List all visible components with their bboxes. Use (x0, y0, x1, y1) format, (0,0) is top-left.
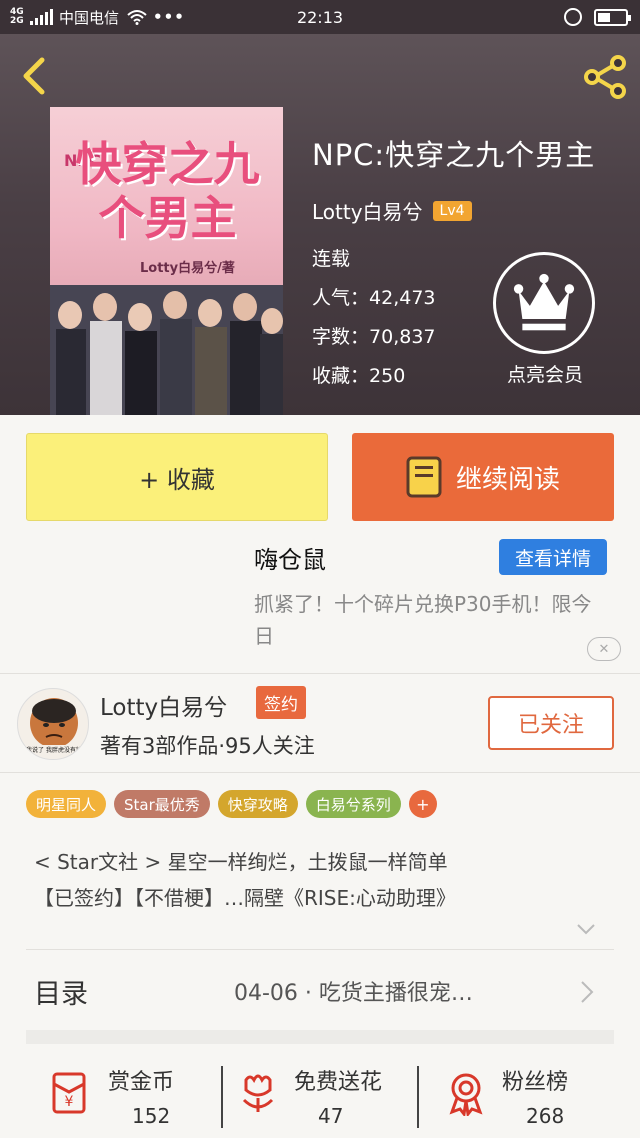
status-bar: 4G 2G 中国电信 ••• 22:13 (0, 0, 640, 34)
continue-reading-label: 继续阅读 (455, 464, 560, 495)
catalog-label[interactable]: 目录 (34, 972, 88, 1011)
author-avatar[interactable]: 我说了 我胖虎没有钱 (17, 688, 89, 760)
divider (26, 949, 614, 950)
book-meta: 连载 人气：42,473 字数：70,837 收藏：250 (312, 240, 436, 396)
author-stats: 著有3部作品·95人关注 (100, 734, 315, 758)
signed-badge: 签约 (256, 686, 306, 719)
back-arrow-icon[interactable] (16, 56, 56, 96)
chevron-down-icon[interactable] (576, 922, 596, 936)
word-count-row: 字数：70,837 (312, 318, 436, 357)
latest-chapter[interactable]: 04-06 · 吃货主播很宠… (234, 975, 473, 1007)
cover-title: 快穿之九个男主 (75, 137, 260, 245)
red-envelope-icon: ¥ (52, 1072, 86, 1114)
cover-author: Lotty白易兮/著 (140, 261, 235, 276)
book-author[interactable]: Lotty白易兮 (312, 196, 423, 225)
author-line: Lotty白易兮 Lv4 (312, 196, 472, 225)
book-intro[interactable]: < Star文社 > 星空一样绚烂，土拨鼠一样简单 【已签约】【不借梗】…隔壁《… (34, 844, 624, 916)
send-flowers-label: 免费送花 (294, 1070, 383, 1095)
svg-text:¥: ¥ (65, 1094, 74, 1110)
follow-button[interactable]: 已关注 (488, 696, 614, 750)
alarm-icon (564, 8, 582, 26)
book-icon (406, 456, 442, 498)
medal-icon (449, 1073, 483, 1116)
popularity-row: 人气：42,473 (312, 279, 436, 318)
author-level-badge: Lv4 (432, 200, 472, 221)
book-title: NPC:快穿之九个男主 (312, 138, 596, 172)
flower-icon (242, 1074, 274, 1112)
avatar-caption: 我说了 我胖虎没有钱 (26, 747, 82, 754)
divider (0, 673, 640, 674)
battery-icon (594, 9, 631, 26)
crown-icon[interactable] (493, 252, 595, 354)
section-separator (26, 1030, 614, 1044)
favorites-value: 250 (369, 365, 406, 387)
tag-list: 明星同人 Star最优秀 快穿攻略 白易兮系列 + (26, 790, 437, 818)
vip-label[interactable]: 点亮会员 (470, 360, 620, 387)
divider (221, 1066, 223, 1128)
popularity-value: 42,473 (369, 287, 436, 309)
reward-coins[interactable]: ¥ 赏金币 152 (50, 1060, 220, 1138)
intro-line: 【已签约】【不借梗】…隔壁《RISE:心动助理》 (34, 886, 456, 910)
send-flowers[interactable]: 免费送花 47 (236, 1060, 416, 1138)
intro-line: < Star文社 > 星空一样绚烂，土拨鼠一样简单 (34, 850, 448, 874)
reward-coins-value: 152 (132, 1104, 171, 1128)
favorites-label: 收藏： (312, 365, 370, 387)
clock: 22:13 (296, 7, 344, 27)
serial-status: 连载 (312, 248, 351, 270)
fan-ranking-value: 268 (526, 1104, 565, 1128)
add-tag-button[interactable]: + (408, 790, 437, 818)
book-cover[interactable]: NPC: 快穿之九个男主 Lotty白易兮/著 (50, 107, 283, 415)
ad-details-button[interactable]: 查看详情 (499, 539, 607, 575)
tag[interactable]: 明星同人 (26, 790, 107, 818)
tag[interactable]: 白易兮系列 (305, 790, 401, 818)
reward-coins-label: 赏金币 (108, 1070, 175, 1095)
word-count-label: 字数： (312, 326, 370, 348)
book-header: NPC: 快穿之九个男主 Lotty白易兮/著 NPC:快穿之九个男主 Lott… (0, 34, 640, 415)
share-icon[interactable] (580, 52, 630, 102)
chevron-right-icon[interactable] (580, 980, 594, 1004)
cover-photo-people (50, 285, 283, 415)
popularity-label: 人气： (312, 287, 370, 309)
send-flowers-value: 47 (318, 1104, 344, 1128)
fan-ranking[interactable]: 粉丝榜 268 (444, 1060, 624, 1138)
continue-reading-button[interactable]: 继续阅读 (352, 433, 614, 521)
ad-description[interactable]: 抓紧了！十个碎片兑换P30手机！限今日 (254, 588, 594, 652)
collect-button[interactable]: + 收藏 (26, 433, 328, 521)
divider (0, 772, 640, 773)
tag[interactable]: 快穿攻略 (217, 790, 298, 818)
favorites-row: 收藏：250 (312, 357, 436, 396)
word-count-value: 70,837 (369, 326, 436, 348)
divider (417, 1066, 419, 1128)
ad-title: 嗨仓鼠 (254, 546, 326, 574)
fan-ranking-label: 粉丝榜 (502, 1070, 569, 1095)
author-name[interactable]: Lotty白易兮 (100, 688, 227, 722)
ad-close-button[interactable]: ✕ (587, 637, 621, 661)
tag[interactable]: Star最优秀 (114, 790, 210, 818)
